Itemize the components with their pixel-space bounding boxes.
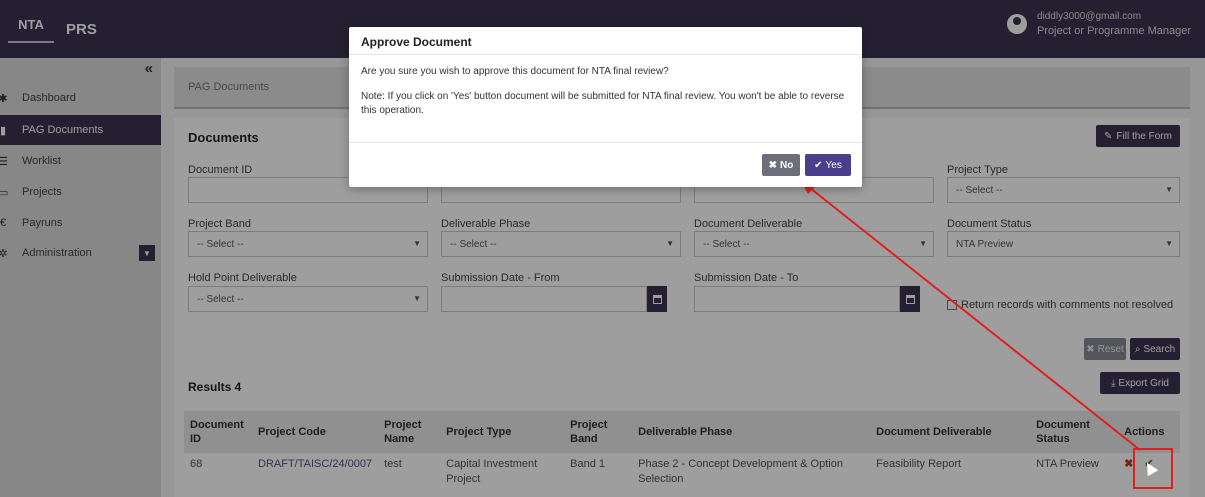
modal-footer: ✖ No ✔ Yes xyxy=(349,143,862,187)
modal-body: Are you sure you wish to approve this do… xyxy=(349,55,862,143)
close-icon: ✖ xyxy=(768,159,778,171)
modal-title: Approve Document xyxy=(349,27,862,55)
modal-question: Are you sure you wish to approve this do… xyxy=(361,66,669,77)
check-icon: ✔ xyxy=(814,159,823,171)
yes-button[interactable]: ✔ Yes xyxy=(805,154,851,176)
approve-document-modal: Approve Document Are you sure you wish t… xyxy=(349,27,862,187)
yes-label: Yes xyxy=(825,159,842,171)
no-button[interactable]: ✖ No xyxy=(762,154,800,176)
modal-note: Note: If you click on 'Yes' button docum… xyxy=(361,91,845,116)
no-label: No xyxy=(780,159,794,171)
